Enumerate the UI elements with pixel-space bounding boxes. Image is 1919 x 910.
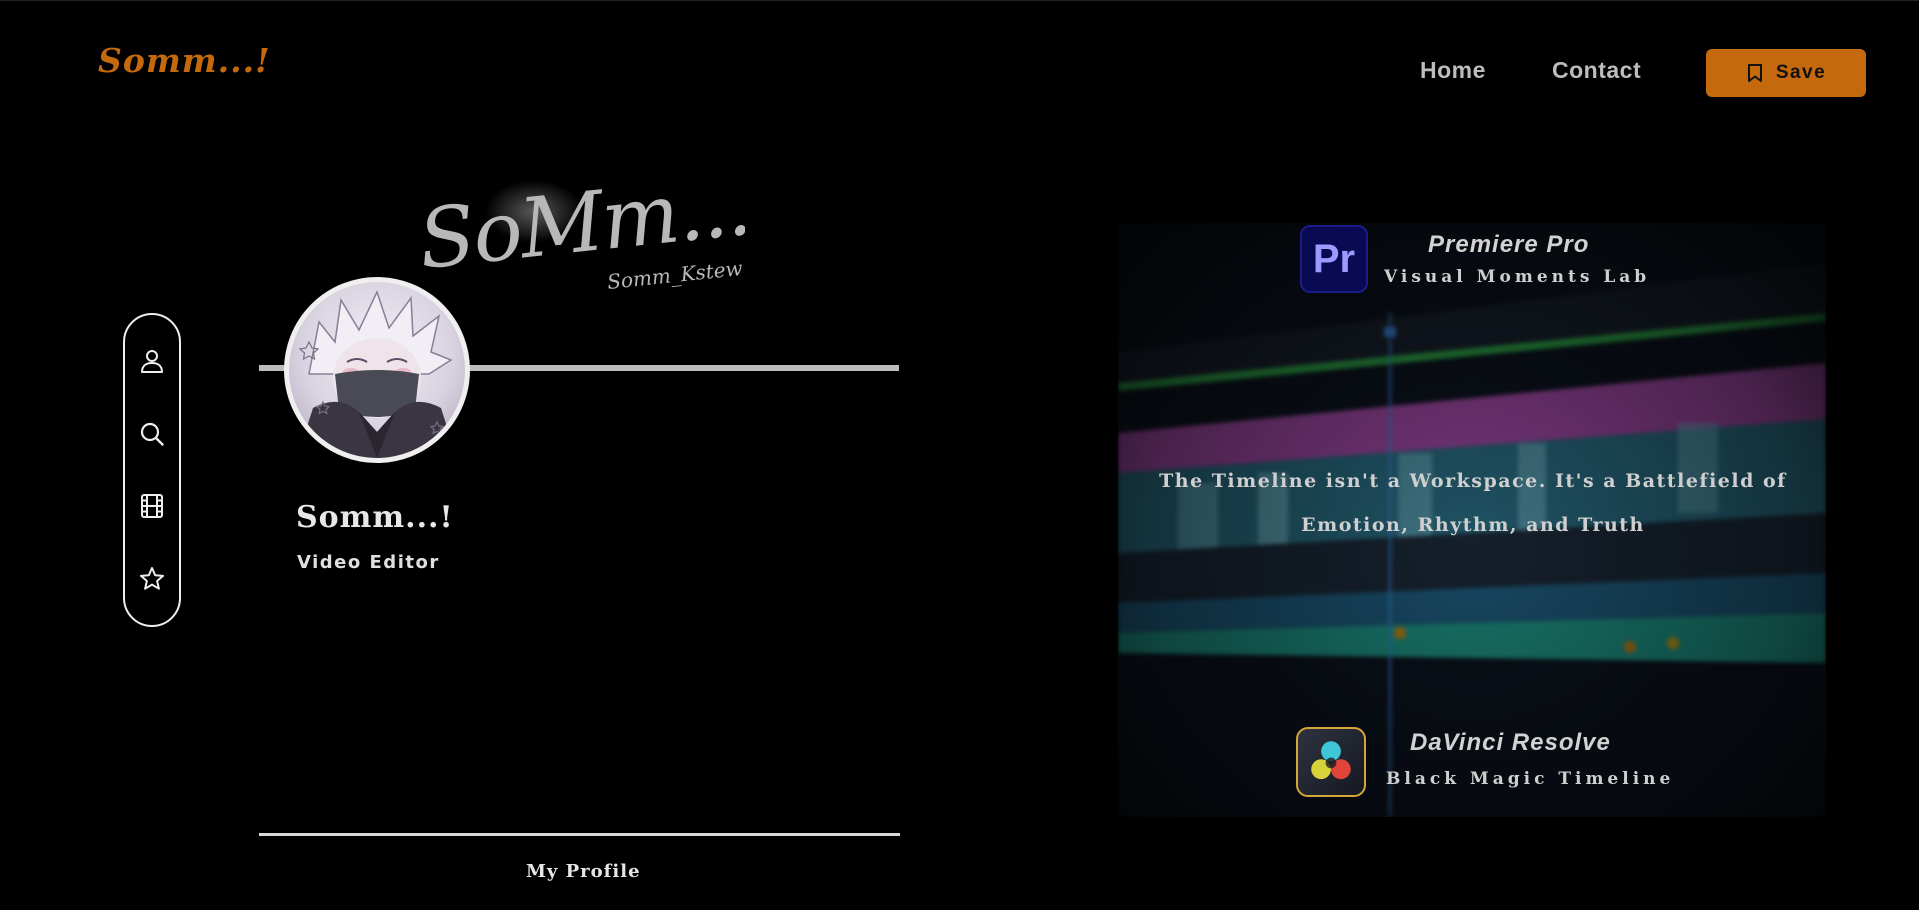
nav-contact-link[interactable]: Contact: [1552, 57, 1641, 84]
profile-name: Somm...!: [296, 500, 454, 535]
brand-logo[interactable]: Somm...!: [98, 41, 271, 80]
star-icon: [140, 566, 164, 590]
signature-logo: SoMm...! Somm_Kstew: [415, 161, 745, 291]
showcase-quote: The Timeline isn't a Workspace. It's a B…: [1159, 470, 1787, 536]
nav-home-link[interactable]: Home: [1420, 57, 1486, 84]
tab-my-profile[interactable]: My Profile: [526, 861, 641, 882]
avatar: [284, 277, 470, 463]
premiere-pro-icon: Pr: [1300, 225, 1368, 293]
page: Somm...! Home Contact Save SoMm...! Somm…: [0, 0, 1919, 910]
sidebar-item-profile[interactable]: [135, 344, 169, 378]
davinci-subtitle: Black Magic Timeline: [1386, 769, 1675, 789]
sidebar-item-videos[interactable]: [135, 489, 169, 523]
bookmark-icon: [1747, 64, 1762, 82]
avatar-illustration: [297, 289, 457, 458]
save-button[interactable]: Save: [1706, 49, 1866, 97]
davinci-resolve-icon: [1296, 727, 1366, 797]
premiere-title: Premiere Pro: [1428, 231, 1590, 258]
davinci-title: DaVinci Resolve: [1410, 729, 1611, 756]
save-button-label: Save: [1775, 62, 1827, 83]
profile-role: Video Editor: [297, 552, 440, 573]
sidebar-item-favorites[interactable]: [135, 562, 169, 596]
side-rail: [123, 313, 181, 627]
film-icon: [141, 494, 163, 519]
user-icon: [141, 350, 163, 374]
premiere-subtitle: Visual Moments Lab: [1384, 267, 1651, 287]
sidebar-item-search[interactable]: [135, 417, 169, 451]
editor-showcase-panel: Pr Premiere Pro Visual Moments Lab The T…: [1118, 223, 1826, 817]
search-icon: [140, 422, 164, 446]
davinci-petals-icon: [1311, 741, 1351, 780]
profile-divider-bottom: [259, 833, 900, 836]
